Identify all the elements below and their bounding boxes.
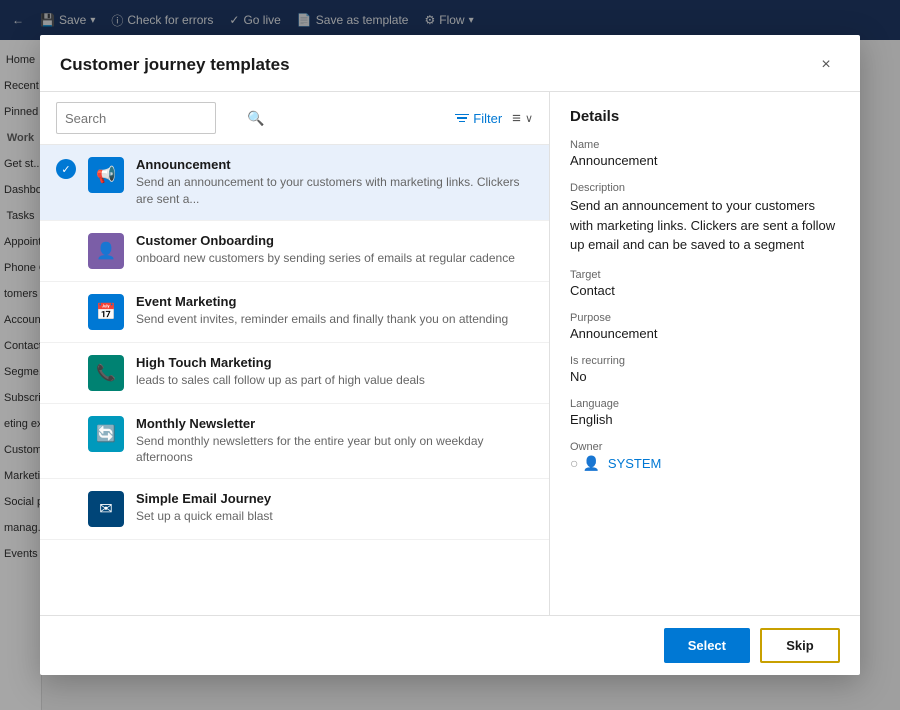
template-icon-newsletter: 🔄: [88, 416, 124, 452]
sort-button[interactable]: ≡ ∨: [512, 110, 533, 127]
template-name-newsletter: Monthly Newsletter: [136, 416, 533, 431]
dialog-body: 🔍 Filter ≡ ∨: [40, 92, 860, 615]
filter-icon: [455, 113, 469, 123]
detail-name-value: Announcement: [570, 153, 840, 168]
detail-description-value: Send an announcement to your customers w…: [570, 196, 840, 255]
detail-purpose-field: Purpose Announcement: [570, 312, 840, 341]
owner-row: ○ 👤 SYSTEM: [570, 455, 840, 472]
sort-list-icon: ≡: [512, 110, 521, 127]
detail-target-field: Target Contact: [570, 269, 840, 298]
search-wrapper[interactable]: 🔍: [56, 102, 216, 134]
template-item-event[interactable]: 📅 Event Marketing Send event invites, re…: [40, 282, 549, 343]
template-item-newsletter[interactable]: 🔄 Monthly Newsletter Send monthly newsle…: [40, 404, 549, 480]
detail-description-label: Description: [570, 182, 840, 194]
template-item-onboarding[interactable]: 👤 Customer Onboarding onboard new custom…: [40, 221, 549, 282]
left-panel: 🔍 Filter ≡ ∨: [40, 92, 550, 615]
template-item-simple-email[interactable]: ✉ Simple Email Journey Set up a quick em…: [40, 479, 549, 540]
sort-chevron-icon: ∨: [525, 112, 533, 125]
detail-description-field: Description Send an announcement to your…: [570, 182, 840, 255]
skip-button[interactable]: Skip: [760, 628, 840, 663]
detail-purpose-value: Announcement: [570, 326, 840, 341]
template-desc-event: Send event invites, reminder emails and …: [136, 311, 533, 328]
dialog: Customer journey templates × 🔍: [40, 35, 860, 675]
detail-recurring-value: No: [570, 369, 840, 384]
template-icon-onboarding: 👤: [88, 233, 124, 269]
template-name-hightouch: High Touch Marketing: [136, 355, 533, 370]
detail-language-value: English: [570, 412, 840, 427]
modal-overlay: Customer journey templates × 🔍: [0, 0, 900, 710]
details-title: Details: [570, 108, 840, 125]
detail-target-label: Target: [570, 269, 840, 281]
select-button[interactable]: Select: [664, 628, 750, 663]
template-info-announcement: Announcement Send an announcement to you…: [136, 157, 533, 208]
detail-name-field: Name Announcement: [570, 139, 840, 168]
owner-circle-icon: ○: [570, 455, 578, 471]
detail-target-value: Contact: [570, 283, 840, 298]
template-desc-hightouch: leads to sales call follow up as part of…: [136, 372, 533, 389]
dialog-footer: Select Skip: [40, 615, 860, 675]
template-item-announcement[interactable]: ✓ 📢 Announcement Send an announcement to…: [40, 145, 549, 221]
template-name-onboarding: Customer Onboarding: [136, 233, 533, 248]
template-desc-onboarding: onboard new customers by sending series …: [136, 250, 533, 267]
detail-recurring-field: Is recurring No: [570, 355, 840, 384]
template-desc-newsletter: Send monthly newsletters for the entire …: [136, 433, 533, 467]
template-icon-simple-email: ✉: [88, 491, 124, 527]
template-info-simple-email: Simple Email Journey Set up a quick emai…: [136, 491, 533, 525]
owner-person-icon: 👤: [582, 455, 599, 472]
template-item-hightouch[interactable]: 📞 High Touch Marketing leads to sales ca…: [40, 343, 549, 404]
search-input[interactable]: [65, 111, 241, 126]
close-button[interactable]: ×: [812, 51, 840, 79]
template-name-simple-email: Simple Email Journey: [136, 491, 533, 506]
template-check-announcement: ✓: [56, 159, 76, 179]
template-info-onboarding: Customer Onboarding onboard new customer…: [136, 233, 533, 267]
detail-language-field: Language English: [570, 398, 840, 427]
template-info-event: Event Marketing Send event invites, remi…: [136, 294, 533, 328]
right-panel: Details Name Announcement Description Se…: [550, 92, 860, 615]
template-name-event: Event Marketing: [136, 294, 533, 309]
template-icon-announcement: 📢: [88, 157, 124, 193]
template-icon-hightouch: 📞: [88, 355, 124, 391]
dialog-header: Customer journey templates ×: [40, 35, 860, 92]
search-icon: 🔍: [247, 110, 264, 127]
dialog-title: Customer journey templates: [60, 55, 290, 75]
detail-purpose-label: Purpose: [570, 312, 840, 324]
template-info-hightouch: High Touch Marketing leads to sales call…: [136, 355, 533, 389]
detail-language-label: Language: [570, 398, 840, 410]
owner-value[interactable]: SYSTEM: [608, 456, 661, 471]
template-name-announcement: Announcement: [136, 157, 533, 172]
template-desc-simple-email: Set up a quick email blast: [136, 508, 533, 525]
check-circle-icon: ✓: [56, 159, 76, 179]
template-list: ✓ 📢 Announcement Send an announcement to…: [40, 145, 549, 615]
template-desc-announcement: Send an announcement to your customers w…: [136, 174, 533, 208]
owner-icon-wrap: ○ 👤: [570, 455, 600, 472]
detail-owner-field: Owner ○ 👤 SYSTEM: [570, 441, 840, 472]
filter-button[interactable]: Filter: [455, 111, 502, 126]
detail-owner-label: Owner: [570, 441, 840, 453]
detail-recurring-label: Is recurring: [570, 355, 840, 367]
detail-name-label: Name: [570, 139, 840, 151]
template-info-newsletter: Monthly Newsletter Send monthly newslett…: [136, 416, 533, 467]
template-icon-event: 📅: [88, 294, 124, 330]
